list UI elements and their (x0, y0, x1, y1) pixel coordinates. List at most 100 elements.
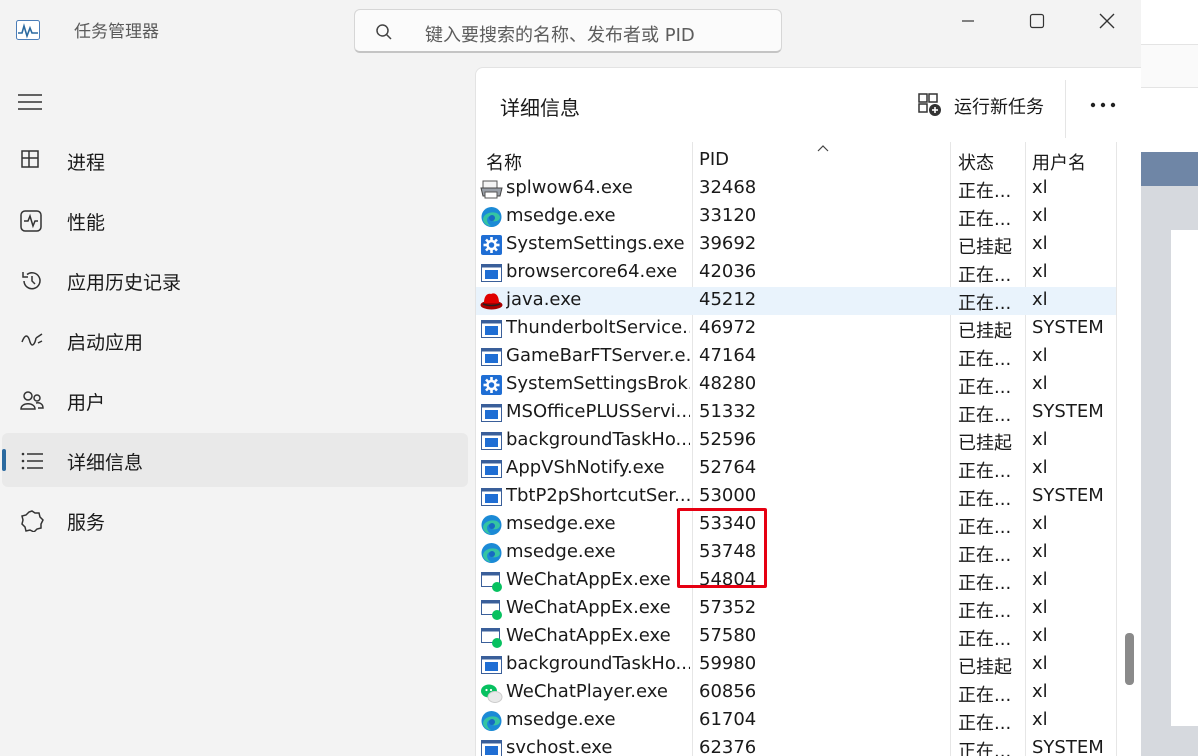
table-row[interactable]: WeChatPlayer.exe 60856 正在... xl (476, 679, 1116, 707)
cell-name: MSOfficePLUSServi... (506, 401, 690, 422)
sidebar-item-performance[interactable]: 性能 (2, 193, 468, 247)
title-bar: 任务管理器 键入要搜索的名称、发布者或 PID (0, 0, 1141, 53)
cell-status: 已挂起 (958, 433, 1012, 454)
processes-icon (21, 150, 39, 168)
cell-pid: 61704 (699, 709, 757, 730)
app-window-icon (481, 432, 502, 450)
services-icon (21, 510, 44, 532)
search-box[interactable]: 键入要搜索的名称、发布者或 PID (354, 9, 782, 53)
header-user[interactable]: 用户名 (1032, 149, 1086, 175)
search-icon (376, 24, 392, 40)
table-row[interactable]: SystemSettings.exe 39692 已挂起 xl (476, 231, 1116, 259)
cell-user: xl (1032, 233, 1048, 254)
cell-user: xl (1032, 681, 1048, 702)
search-input[interactable]: 键入要搜索的名称、发布者或 PID (425, 21, 695, 47)
cell-pid: 59980 (699, 653, 757, 674)
sidebar-nav: 进程 性能 应用历史记录 启动应用 用户 详细信息 服务 (0, 133, 470, 553)
header-pid[interactable]: PID (699, 149, 729, 170)
table-row[interactable]: msedge.exe 53340 正在... xl (476, 511, 1116, 539)
table-row[interactable]: WeChatAppEx.exe 54804 正在... xl (476, 567, 1116, 595)
table-row[interactable]: MSOfficePLUSServi... 51332 正在... SYSTEM (476, 399, 1116, 427)
table-row[interactable]: WeChatAppEx.exe 57580 正在... xl (476, 623, 1116, 651)
cell-status: 正在... (958, 489, 1012, 510)
app-window-icon (481, 320, 502, 338)
table-row[interactable]: TbtP2pShortcutSer... 53000 正在... SYSTEM (476, 483, 1116, 511)
cell-name: AppVShNotify.exe (506, 457, 665, 478)
sidebar-item-details[interactable]: 详细信息 (2, 433, 468, 487)
sidebar-item-label: 性能 (67, 212, 106, 234)
background-window (1141, 0, 1198, 756)
sidebar-item-services[interactable]: 服务 (2, 493, 468, 547)
cell-status: 正在... (958, 601, 1012, 622)
cell-pid: 57580 (699, 625, 757, 646)
cell-pid: 33120 (699, 205, 757, 226)
table-row[interactable]: msedge.exe 33120 正在... xl (476, 203, 1116, 231)
edge-browser-icon (481, 711, 502, 731)
cell-pid: 32468 (699, 177, 757, 198)
run-new-task-label: 运行新任务 (954, 97, 1044, 118)
table-row[interactable]: splwow64.exe 32468 正在... xl (476, 175, 1116, 203)
cell-name: backgroundTaskHo... (506, 429, 690, 450)
cell-pid: 42036 (699, 261, 757, 282)
cell-pid: 47164 (699, 345, 757, 366)
table-row[interactable]: svchost.exe 62376 正在... SYSTEM (476, 735, 1116, 756)
sidebar-item-startup-apps[interactable]: 启动应用 (2, 313, 468, 367)
table-row[interactable]: backgroundTaskHo... 59980 已挂起 xl (476, 651, 1116, 679)
task-manager-window: 任务管理器 键入要搜索的名称、发布者或 PID 进程 性能 应用历史记录 启动应… (0, 0, 1141, 756)
cell-user: xl (1032, 205, 1048, 226)
sidebar-item-app-history[interactable]: 应用历史记录 (2, 253, 468, 307)
sidebar-item-processes[interactable]: 进程 (2, 133, 468, 187)
close-button[interactable] (1092, 8, 1122, 34)
cell-status: 正在... (958, 629, 1012, 650)
cell-user: SYSTEM (1032, 401, 1104, 422)
sidebar-item-users[interactable]: 用户 (2, 373, 468, 427)
header-status[interactable]: 状态 (958, 149, 994, 175)
background-window-toolbar (1141, 44, 1198, 88)
cell-name: GameBarFTServer.e... (506, 345, 690, 366)
cell-name: java.exe (506, 289, 582, 310)
cell-name: msedge.exe (506, 513, 616, 534)
cell-user: xl (1032, 345, 1048, 366)
header-name[interactable]: 名称 (486, 149, 522, 175)
table-row[interactable]: AppVShNotify.exe 52764 正在... xl (476, 455, 1116, 483)
table-row[interactable]: ThunderboltService.... 46972 已挂起 SYSTEM (476, 315, 1116, 343)
scrollbar-thumb[interactable] (1125, 633, 1134, 685)
cell-name: WeChatAppEx.exe (506, 597, 671, 618)
sidebar-item-label: 服务 (67, 512, 106, 534)
table-row[interactable]: backgroundTaskHo... 52596 已挂起 xl (476, 427, 1116, 455)
wechat-app-icon (481, 572, 502, 592)
cell-user: xl (1032, 653, 1048, 674)
red-hat-icon (480, 293, 503, 310)
table-row[interactable]: msedge.exe 53748 正在... xl (476, 539, 1116, 567)
cell-user: xl (1032, 569, 1048, 590)
cell-pid: 53000 (699, 485, 757, 506)
maximize-button[interactable] (1022, 8, 1052, 34)
settings-gear-icon (481, 235, 502, 255)
cell-name: browsercore64.exe (506, 261, 678, 282)
cell-user: xl (1032, 429, 1048, 450)
cell-user: xl (1032, 261, 1048, 282)
edge-browser-icon (481, 543, 502, 563)
cell-status: 正在... (958, 181, 1012, 202)
details-panel: 详细信息 运行新任务 名称 PID 状态 用户名 splwow64.exe 32… (475, 67, 1141, 756)
process-table: 名称 PID 状态 用户名 splwow64.exe 32468 正在... xl ms… (476, 142, 1142, 756)
minimize-button[interactable] (953, 8, 983, 34)
table-row[interactable]: GameBarFTServer.e... 47164 正在... xl (476, 343, 1116, 371)
cell-status: 正在... (958, 265, 1012, 286)
table-row[interactable]: WeChatAppEx.exe 57352 正在... xl (476, 595, 1116, 623)
users-icon (20, 391, 44, 410)
table-row[interactable]: msedge.exe 61704 正在... xl (476, 707, 1116, 735)
cell-status: 正在... (958, 741, 1012, 756)
table-row[interactable]: SystemSettingsBrok... 48280 正在... xl (476, 371, 1116, 399)
sidebar-item-label: 启动应用 (67, 332, 144, 354)
cell-status: 正在... (958, 713, 1012, 734)
cell-user: xl (1032, 709, 1048, 730)
table-row[interactable]: browsercore64.exe 42036 正在... xl (476, 259, 1116, 287)
cell-name: svchost.exe (506, 737, 613, 756)
table-row[interactable]: java.exe 45212 正在... xl (476, 287, 1116, 315)
more-options-button[interactable] (1088, 94, 1118, 116)
cell-status: 正在... (958, 461, 1012, 482)
cell-pid: 45212 (699, 289, 757, 310)
app-window-icon (481, 740, 502, 756)
hamburger-menu-button[interactable] (18, 92, 42, 112)
